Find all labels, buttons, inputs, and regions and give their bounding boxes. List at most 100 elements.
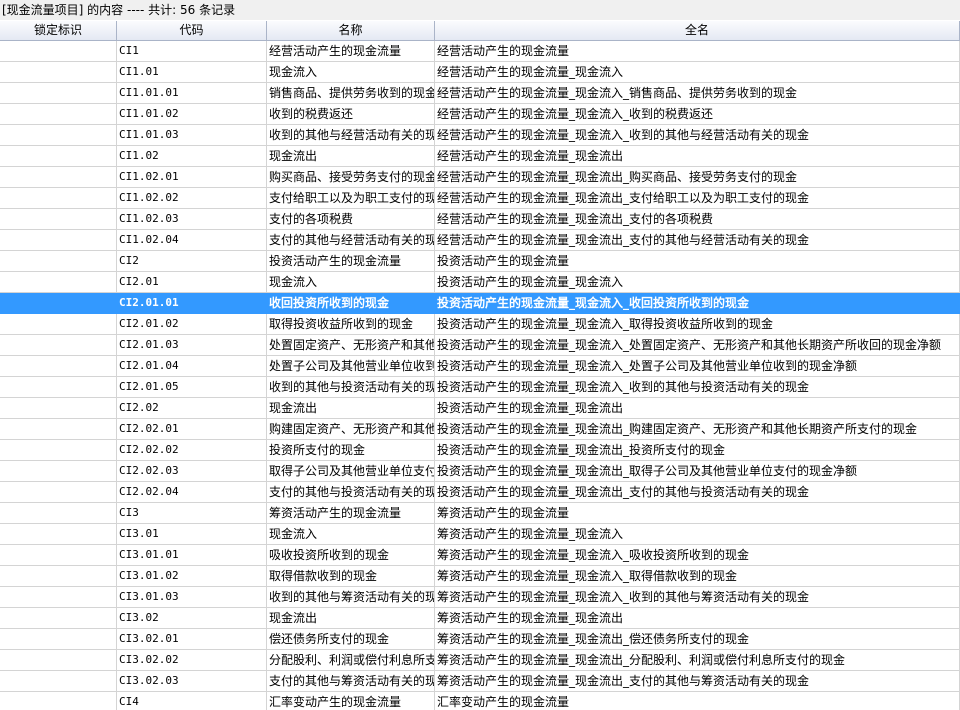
fullname-cell: 经营活动产生的现金流量 [435, 41, 960, 62]
table-row[interactable]: CI2.01.04处置子公司及其他营业单位收到的现金净额投资活动产生的现金流量_… [0, 356, 960, 377]
table-row[interactable]: CI2.01.01 收回投资所收到的现金 投资活动产生的现金流量_现金流入_收回投资… [0, 293, 960, 314]
table-row[interactable]: CI2.01.03处置固定资产、无形资产和其他长期资产所收回的现金净额投资活动产… [0, 335, 960, 356]
lock-cell [0, 41, 117, 62]
table-row[interactable]: CI2.02.03取得子公司及其他营业单位支付的现金净额投资活动产生的现金流量_… [0, 461, 960, 482]
grid-header: 锁定标识 代码 名称 全名 [0, 21, 960, 41]
name-cell: 收到的税费返还 [267, 104, 435, 125]
table-row[interactable]: CI3.01 现金流入 筹资活动产生的现金流量_现金流入 [0, 524, 960, 545]
lock-cell [0, 125, 117, 146]
table-row[interactable]: CI2.01.02 取得投资收益所收到的现金 投资活动产生的现金流量_现金流入_取得… [0, 314, 960, 335]
name-cell: 处置子公司及其他营业单位收到的现金净额 [267, 356, 435, 377]
fullname-cell: 筹资活动产生的现金流量_现金流入_取得借款收到的现金 [435, 566, 960, 587]
lock-cell [0, 209, 117, 230]
fullname-cell: 经营活动产生的现金流量_现金流出_支付的其他与经营活动有关的现金 [435, 230, 960, 251]
table-row[interactable]: CI2.02.04 支付的其他与投资活动有关的现金 投资活动产生的现金流量_现金流出… [0, 482, 960, 503]
fullname-cell: 经营活动产生的现金流量_现金流入_收到的税费返还 [435, 104, 960, 125]
fullname-cell: 投资活动产生的现金流量_现金流出 [435, 398, 960, 419]
table-row[interactable]: CI2.02.02 投资所支付的现金 投资活动产生的现金流量_现金流出_投资所支付的… [0, 440, 960, 461]
fullname-cell: 经营活动产生的现金流量_现金流出_购买商品、接受劳务支付的现金 [435, 167, 960, 188]
fullname-cell: 筹资活动产生的现金流量_现金流出_分配股利、利润或偿付利息所支付的现金 [435, 650, 960, 671]
table-row[interactable]: CI1.01 现金流入 经营活动产生的现金流量_现金流入 [0, 62, 960, 83]
name-cell: 现金流入 [267, 272, 435, 293]
fullname-cell: 投资活动产生的现金流量_现金流出_支付的其他与投资活动有关的现金 [435, 482, 960, 503]
table-row[interactable]: CI2.02 现金流出 投资活动产生的现金流量_现金流出 [0, 398, 960, 419]
table-row[interactable]: CI3.02.01 偿还债务所支付的现金 筹资活动产生的现金流量_现金流出_偿还债务… [0, 629, 960, 650]
fullname-cell: 筹资活动产生的现金流量_现金流入_收到的其他与筹资活动有关的现金 [435, 587, 960, 608]
lock-cell [0, 524, 117, 545]
code-cell: CI3.02.02 [117, 650, 267, 671]
code-cell: CI2.01.05 [117, 377, 267, 398]
table-row[interactable]: CI3.01.01 吸收投资所收到的现金 筹资活动产生的现金流量_现金流入_吸收投资… [0, 545, 960, 566]
code-cell: CI1.02.01 [117, 167, 267, 188]
code-cell: CI3.01.03 [117, 587, 267, 608]
lock-cell [0, 482, 117, 503]
name-cell: 经营活动产生的现金流量 [267, 41, 435, 62]
fullname-cell: 筹资活动产生的现金流量_现金流出 [435, 608, 960, 629]
table-row[interactable]: CI3.01.03 收到的其他与筹资活动有关的现金 筹资活动产生的现金流量_现金流入… [0, 587, 960, 608]
code-cell: CI1.01 [117, 62, 267, 83]
lock-cell [0, 188, 117, 209]
table-row[interactable]: CI2.02.01购建固定资产、无形资产和其他长期资产所支付的现金投资活动产生的… [0, 419, 960, 440]
lock-cell [0, 440, 117, 461]
table-row[interactable]: CI1.02.01 购买商品、接受劳务支付的现金 经营活动产生的现金流量_现金流出_… [0, 167, 960, 188]
code-cell: CI1.01.02 [117, 104, 267, 125]
fullname-cell: 投资活动产生的现金流量_现金流出_投资所支付的现金 [435, 440, 960, 461]
name-cell: 收到的其他与筹资活动有关的现金 [267, 587, 435, 608]
name-cell: 支付的其他与筹资活动有关的现金 [267, 671, 435, 692]
lock-cell [0, 293, 117, 314]
code-cell: CI3 [117, 503, 267, 524]
table-row[interactable]: CI1.02.04 支付的其他与经营活动有关的现金 经营活动产生的现金流量_现金流出… [0, 230, 960, 251]
code-cell: CI1.02.04 [117, 230, 267, 251]
name-cell: 现金流出 [267, 398, 435, 419]
name-cell: 收回投资所收到的现金 [267, 293, 435, 314]
code-cell: CI3.01.02 [117, 566, 267, 587]
table-row[interactable]: CI1.02.03 支付的各项税费 经营活动产生的现金流量_现金流出_支付的各项税费 [0, 209, 960, 230]
column-header-fullname[interactable]: 全名 [435, 21, 960, 40]
table-row[interactable]: CI4 汇率变动产生的现金流量 汇率变动产生的现金流量 [0, 692, 960, 710]
name-cell: 购建固定资产、无形资产和其他长期资产所支付的现金 [267, 419, 435, 440]
column-header-code[interactable]: 代码 [117, 21, 267, 40]
name-cell: 处置固定资产、无形资产和其他长期资产所收回的现金净额 [267, 335, 435, 356]
column-header-lock[interactable]: 锁定标识 [0, 21, 117, 40]
lock-cell [0, 692, 117, 710]
table-row[interactable]: CI3.02.02分配股利、利润或偿付利息所支付的现金筹资活动产生的现金流量_现… [0, 650, 960, 671]
table-row[interactable]: CI2 投资活动产生的现金流量 投资活动产生的现金流量 [0, 251, 960, 272]
table-row[interactable]: CI1.01.01 销售商品、提供劳务收到的现金 经营活动产生的现金流量_现金流入_… [0, 83, 960, 104]
lock-cell [0, 545, 117, 566]
fullname-cell: 投资活动产生的现金流量_现金流出_购建固定资产、无形资产和其他长期资产所支付的现… [435, 419, 960, 440]
fullname-cell: 经营活动产生的现金流量_现金流出_支付给职工以及为职工支付的现金 [435, 188, 960, 209]
table-row[interactable]: CI3.01.02 取得借款收到的现金 筹资活动产生的现金流量_现金流入_取得借款收… [0, 566, 960, 587]
code-cell: CI2.02.03 [117, 461, 267, 482]
column-header-name[interactable]: 名称 [267, 21, 435, 40]
table-row[interactable]: CI1 经营活动产生的现金流量 经营活动产生的现金流量 [0, 41, 960, 62]
name-cell: 取得投资收益所收到的现金 [267, 314, 435, 335]
fullname-cell: 筹资活动产生的现金流量_现金流出_偿还债务所支付的现金 [435, 629, 960, 650]
lock-cell [0, 230, 117, 251]
fullname-cell: 筹资活动产生的现金流量_现金流入 [435, 524, 960, 545]
code-cell: CI2.01.02 [117, 314, 267, 335]
table-row[interactable]: CI1.02 现金流出 经营活动产生的现金流量_现金流出 [0, 146, 960, 167]
table-row[interactable]: CI3 筹资活动产生的现金流量 筹资活动产生的现金流量 [0, 503, 960, 524]
table-row[interactable]: CI2.01 现金流入 投资活动产生的现金流量_现金流入 [0, 272, 960, 293]
name-cell: 支付给职工以及为职工支付的现金 [267, 188, 435, 209]
table-row[interactable]: CI1.02.02 支付给职工以及为职工支付的现金 经营活动产生的现金流量_现金流出… [0, 188, 960, 209]
data-grid[interactable]: 锁定标识 代码 名称 全名 CI1 经营活动产生的现金流量 经营活动产生的现金流量 C… [0, 21, 960, 710]
table-row[interactable]: CI2.01.05 收到的其他与投资活动有关的现金 投资活动产生的现金流量_现金流入… [0, 377, 960, 398]
name-cell: 取得借款收到的现金 [267, 566, 435, 587]
code-cell: CI4 [117, 692, 267, 710]
name-cell: 现金流入 [267, 524, 435, 545]
table-row[interactable]: CI3.02 现金流出 筹资活动产生的现金流量_现金流出 [0, 608, 960, 629]
table-row[interactable]: CI1.01.03 收到的其他与经营活动有关的现金 经营活动产生的现金流量_现金流入… [0, 125, 960, 146]
fullname-cell: 汇率变动产生的现金流量 [435, 692, 960, 710]
code-cell: CI1.01.03 [117, 125, 267, 146]
code-cell: CI3.01.01 [117, 545, 267, 566]
fullname-cell: 投资活动产生的现金流量_现金流入_收回投资所收到的现金 [435, 293, 960, 314]
code-cell: CI2.02 [117, 398, 267, 419]
fullname-cell: 投资活动产生的现金流量_现金流入_收到的其他与投资活动有关的现金 [435, 377, 960, 398]
lock-cell [0, 419, 117, 440]
fullname-cell: 投资活动产生的现金流量 [435, 251, 960, 272]
table-row[interactable]: CI3.02.03 支付的其他与筹资活动有关的现金 筹资活动产生的现金流量_现金流出… [0, 671, 960, 692]
table-row[interactable]: CI1.01.02 收到的税费返还 经营活动产生的现金流量_现金流入_收到的税费返还 [0, 104, 960, 125]
name-cell: 现金流出 [267, 608, 435, 629]
name-cell: 筹资活动产生的现金流量 [267, 503, 435, 524]
